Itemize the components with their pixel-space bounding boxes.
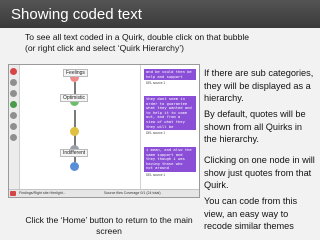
add-icon[interactable] <box>10 79 17 86</box>
instructions: To see all text coded in a Quirk, double… <box>25 32 315 54</box>
quote-text[interactable]: i mean, and also the same support and th… <box>144 147 196 172</box>
node-label[interactable]: Indifferent <box>60 149 89 157</box>
node-bubble-bottom[interactable] <box>70 162 79 171</box>
close-icon[interactable] <box>10 68 17 75</box>
hierarchy-canvas[interactable]: Feelings Optimistic Indifferent <box>20 65 140 189</box>
export-icon[interactable] <box>10 101 17 108</box>
quirk-hierarchy-screenshot: Feelings Optimistic Indifferent and be c… <box>8 64 200 198</box>
paragraph-hierarchy: If there are sub categories, they will b… <box>204 68 314 103</box>
node-label[interactable]: Feelings <box>63 69 88 77</box>
home-icon[interactable] <box>10 191 16 196</box>
node-bubble-small[interactable] <box>70 127 79 136</box>
quote-text[interactable]: and be could then be help and support <box>144 69 196 81</box>
paragraph-node-click: Clicking on one node in will show just q… <box>204 155 315 190</box>
instruction-line: To see all text coded in a Quirk, double… <box>25 32 250 42</box>
quote-text[interactable]: they dont seem in order to guarantee wha… <box>144 96 196 131</box>
instruction-line: (or right click and select ‘Quirk Hierar… <box>25 43 185 53</box>
tool-sidebar <box>9 65 20 197</box>
title-bar: Showing coded text <box>0 0 320 28</box>
status-bar: Findings/Right site Hierlight... Source … <box>9 189 199 197</box>
gear-icon[interactable] <box>10 134 17 141</box>
slide-title: Showing coded text <box>11 6 142 23</box>
quote-source: DEL source 1 <box>146 172 166 177</box>
home-caption: Click the ‘Home’ button to return to the… <box>25 215 193 236</box>
sort-icon[interactable] <box>10 123 17 130</box>
quote-source: DEL source 1 <box>146 131 166 136</box>
paragraph-default-quotes: By default, quotes will be shown from al… <box>204 109 306 144</box>
status-right: Source files Coverage 0/1 (24 total) <box>104 191 161 195</box>
quote-item[interactable]: i mean, and also the same support and th… <box>144 147 196 177</box>
search-icon[interactable] <box>10 112 17 119</box>
quote-item[interactable]: and be could then be help and support DE… <box>144 69 196 85</box>
tag-icon[interactable] <box>10 90 17 97</box>
paragraph-recode: You can code from this view, an easy way… <box>204 196 298 231</box>
status-left: Findings/Right site Hierlight... <box>19 191 66 195</box>
quote-item[interactable]: they dont seem in order to guarantee wha… <box>144 96 196 135</box>
quotes-panel[interactable]: and be could then be help and support DE… <box>140 65 199 189</box>
node-label[interactable]: Optimistic <box>60 94 88 102</box>
quote-source: DEL source 1 <box>146 81 166 86</box>
